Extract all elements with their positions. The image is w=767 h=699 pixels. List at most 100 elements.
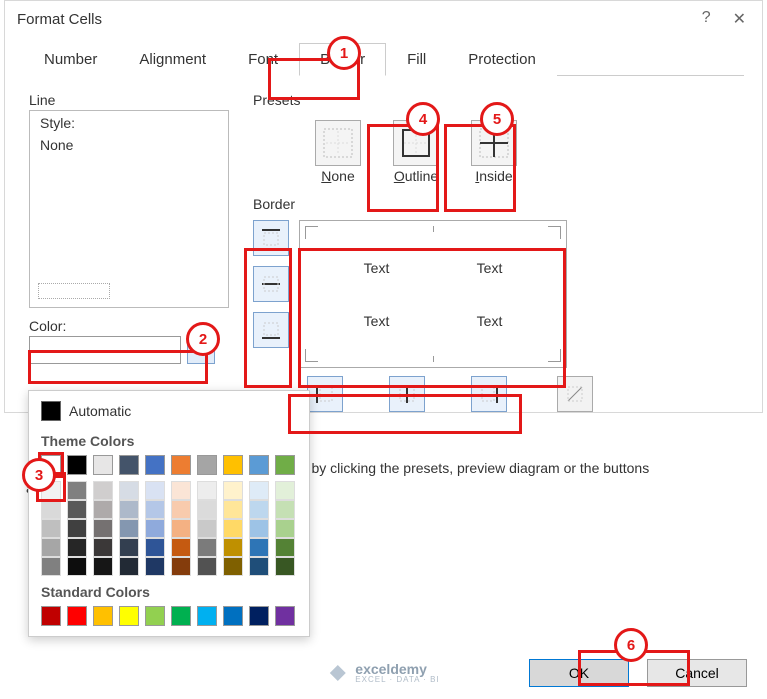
- standard-swatch[interactable]: [223, 606, 243, 626]
- tint-swatch[interactable]: [145, 557, 165, 576]
- tint-swatch[interactable]: [171, 481, 191, 500]
- tint-swatch[interactable]: [275, 500, 295, 519]
- cancel-button[interactable]: Cancel: [647, 659, 747, 687]
- tint-swatch[interactable]: [93, 557, 113, 576]
- theme-swatch[interactable]: [145, 455, 165, 475]
- tint-swatch[interactable]: [275, 538, 295, 557]
- tint-swatch[interactable]: [41, 557, 61, 576]
- preset-outline-button[interactable]: Outline: [381, 118, 451, 186]
- standard-swatch[interactable]: [197, 606, 217, 626]
- tint-swatch[interactable]: [119, 557, 139, 576]
- preset-none-button[interactable]: None: [303, 118, 373, 186]
- standard-swatch[interactable]: [67, 606, 87, 626]
- tint-swatch[interactable]: [67, 538, 87, 557]
- tab-alignment[interactable]: Alignment: [118, 43, 227, 76]
- standard-swatch[interactable]: [93, 606, 113, 626]
- tint-swatch[interactable]: [197, 538, 217, 557]
- color-label: Color:: [29, 318, 229, 334]
- tint-swatch[interactable]: [171, 500, 191, 519]
- border-diag-button[interactable]: [557, 376, 593, 412]
- tint-swatch[interactable]: [171, 519, 191, 538]
- tint-swatch[interactable]: [275, 557, 295, 576]
- tab-fill[interactable]: Fill: [386, 43, 447, 76]
- tint-swatch[interactable]: [145, 500, 165, 519]
- standard-swatch[interactable]: [275, 606, 295, 626]
- standard-swatch[interactable]: [119, 606, 139, 626]
- border-bottom-button[interactable]: [253, 312, 289, 348]
- tab-protection[interactable]: Protection: [447, 43, 557, 76]
- standard-swatch[interactable]: [249, 606, 269, 626]
- tint-swatch[interactable]: [275, 519, 295, 538]
- tint-swatch[interactable]: [249, 519, 269, 538]
- tint-swatch[interactable]: [67, 500, 87, 519]
- theme-swatch[interactable]: [41, 455, 61, 475]
- tint-swatch[interactable]: [93, 500, 113, 519]
- border-right-button[interactable]: [471, 376, 507, 412]
- ok-button[interactable]: OK: [529, 659, 629, 687]
- tint-swatch[interactable]: [223, 538, 243, 557]
- color-automatic[interactable]: Automatic: [41, 399, 297, 429]
- tint-swatch[interactable]: [119, 519, 139, 538]
- tint-swatch[interactable]: [197, 500, 217, 519]
- theme-swatch[interactable]: [223, 455, 243, 475]
- tint-swatch[interactable]: [223, 481, 243, 500]
- standard-swatch[interactable]: [41, 606, 61, 626]
- tint-swatch[interactable]: [197, 481, 217, 500]
- border-left-button[interactable]: [307, 376, 343, 412]
- tint-swatch[interactable]: [197, 557, 217, 576]
- tint-swatch[interactable]: [119, 538, 139, 557]
- color-input[interactable]: [29, 336, 181, 364]
- tint-swatch[interactable]: [171, 538, 191, 557]
- line-style-list[interactable]: Style: None: [29, 110, 229, 308]
- border-preview[interactable]: Text Text Text Text: [299, 220, 567, 368]
- theme-swatch[interactable]: [249, 455, 269, 475]
- tab-number[interactable]: Number: [23, 43, 118, 76]
- tint-swatch[interactable]: [93, 538, 113, 557]
- tint-swatch[interactable]: [223, 557, 243, 576]
- tint-swatch[interactable]: [223, 519, 243, 538]
- tint-swatch[interactable]: [145, 481, 165, 500]
- tint-swatch[interactable]: [93, 481, 113, 500]
- standard-swatch[interactable]: [171, 606, 191, 626]
- border-mid-h-button[interactable]: [253, 266, 289, 302]
- tint-swatch[interactable]: [67, 519, 87, 538]
- tint-swatch[interactable]: [41, 500, 61, 519]
- tint-swatch[interactable]: [223, 500, 243, 519]
- close-icon[interactable]: ✕: [733, 9, 746, 29]
- theme-swatch[interactable]: [67, 455, 87, 475]
- tint-swatch[interactable]: [119, 500, 139, 519]
- chevron-down-icon[interactable]: ▾: [187, 336, 215, 364]
- theme-swatch[interactable]: [93, 455, 113, 475]
- tint-swatch[interactable]: [249, 500, 269, 519]
- tint-swatch[interactable]: [67, 481, 87, 500]
- tint-swatch[interactable]: [171, 557, 191, 576]
- tint-swatch[interactable]: [145, 538, 165, 557]
- tint-swatch[interactable]: [275, 481, 295, 500]
- border-section-label: Border: [253, 196, 738, 212]
- tint-swatch[interactable]: [249, 538, 269, 557]
- tint-swatch[interactable]: [41, 481, 61, 500]
- tab-font[interactable]: Font: [227, 43, 299, 76]
- tint-swatch[interactable]: [249, 557, 269, 576]
- tint-swatch[interactable]: [67, 557, 87, 576]
- annot-circle-6: 6: [614, 628, 648, 662]
- tint-swatch[interactable]: [197, 519, 217, 538]
- theme-swatch[interactable]: [275, 455, 295, 475]
- tint-swatch[interactable]: [145, 519, 165, 538]
- theme-swatch[interactable]: [171, 455, 191, 475]
- tint-swatch[interactable]: [93, 519, 113, 538]
- theme-swatch[interactable]: [119, 455, 139, 475]
- border-top-button[interactable]: [253, 220, 289, 256]
- line-style-none[interactable]: None: [40, 137, 218, 153]
- tab-border[interactable]: Border: [299, 43, 386, 76]
- tint-swatch[interactable]: [249, 481, 269, 500]
- preset-inside-button[interactable]: Inside: [459, 118, 529, 186]
- help-icon[interactable]: ?: [702, 9, 711, 29]
- tint-swatch[interactable]: [119, 481, 139, 500]
- border-mid-v-button[interactable]: [389, 376, 425, 412]
- tint-swatch[interactable]: [41, 519, 61, 538]
- standard-swatch[interactable]: [145, 606, 165, 626]
- tint-swatch[interactable]: [41, 538, 61, 557]
- line-style-label: Style:: [40, 115, 218, 131]
- theme-swatch[interactable]: [197, 455, 217, 475]
